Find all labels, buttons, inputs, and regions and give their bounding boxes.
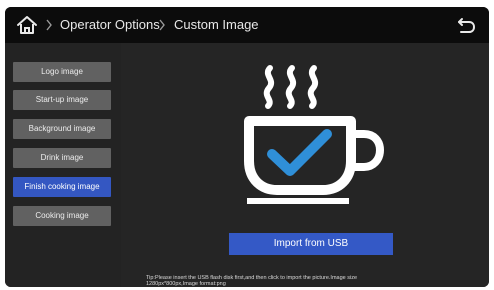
screen: Operator Options Custom Image Logo image… <box>5 7 489 287</box>
chevron-right-icon <box>159 19 165 31</box>
return-icon[interactable] <box>455 15 477 35</box>
image-preview-panel: Import from USB Tip:Please insert the US… <box>121 43 489 287</box>
breadcrumb-operator-options[interactable]: Operator Options <box>60 17 160 33</box>
image-type-sidebar: Logo image Start-up image Background ima… <box>5 43 119 287</box>
coffee-cup-check-icon <box>244 65 384 204</box>
home-icon[interactable] <box>16 15 38 35</box>
menu-item-finish-cooking-image[interactable]: Finish cooking image <box>13 177 111 197</box>
menu-item-logo-image[interactable]: Logo image <box>13 62 111 82</box>
menu-item-background-image[interactable]: Background image <box>13 119 111 139</box>
tip-line-2: 1280px*800px,Image format:png <box>146 281 226 287</box>
import-from-usb-button[interactable]: Import from USB <box>229 233 393 255</box>
menu-item-startup-image[interactable]: Start-up image <box>13 90 111 110</box>
breadcrumb-custom-image: Custom Image <box>174 17 259 32</box>
chevron-right-icon <box>46 19 52 31</box>
usb-import-tip: Tip:Please insert the USB flash disk fir… <box>146 275 476 287</box>
menu-item-cooking-image[interactable]: Cooking image <box>13 206 111 226</box>
top-bar: Operator Options Custom Image <box>5 7 489 43</box>
menu-item-drink-image[interactable]: Drink image <box>13 148 111 168</box>
